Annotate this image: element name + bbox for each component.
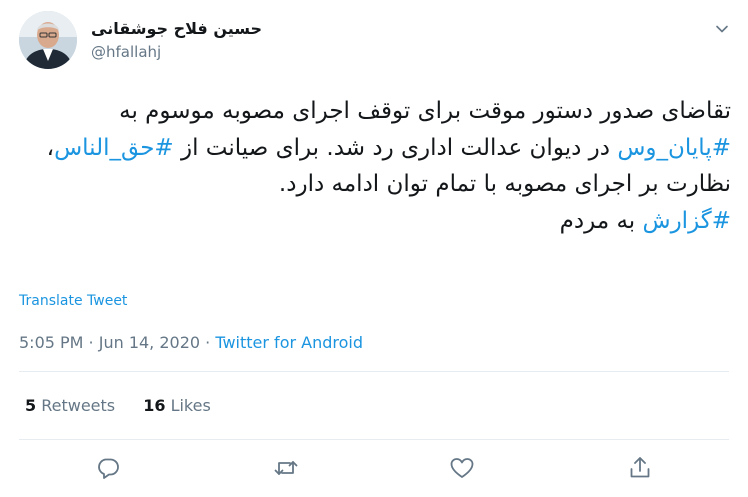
retweets-stat[interactable]: 5 Retweets (25, 396, 115, 415)
tweet-text: تقاضای صدور دستور موقت برای توقف اجرای م… (19, 93, 731, 239)
tweet-card: حسین فلاح جوشقانی @hfallahj تقاضای صدور … (0, 0, 748, 497)
tweet-text-part: تقاضای صدور دستور موقت برای توقف اجرای م… (111, 98, 731, 124)
tweet-stats: 5 Retweets 16 Likes (25, 396, 234, 415)
divider (19, 439, 729, 440)
tweet-text-part: به مردم (559, 207, 643, 234)
likes-label: Likes (165, 396, 211, 415)
retweets-count: 5 (25, 396, 37, 415)
chevron-down-icon[interactable] (715, 21, 729, 35)
retweets-label: Retweets (36, 396, 116, 415)
avatar[interactable] (19, 11, 77, 69)
likes-stat[interactable]: 16 Likes (143, 396, 211, 415)
tweet-actions (0, 455, 748, 481)
meta-separator: · (200, 333, 216, 352)
tweet-text-part: در دیوان عدالت اداری رد شد. برای صیانت ا… (173, 134, 618, 161)
reply-icon[interactable] (95, 455, 121, 481)
author-info: حسین فلاح جوشقانی @hfallahj (91, 19, 262, 63)
share-icon[interactable] (627, 455, 653, 481)
author-handle[interactable]: @hfallahj (91, 41, 262, 63)
tweet-time[interactable]: 5:05 PM (19, 333, 83, 352)
tweet-metadata: 5:05 PM · Jun 14, 2020 · Twitter for And… (19, 333, 363, 352)
hashtag-link[interactable]: #حق_الناس (54, 135, 174, 161)
retweet-icon[interactable] (273, 455, 299, 481)
tweet-header: حسین فلاح جوشقانی @hfallahj (19, 11, 729, 75)
hashtag-link[interactable]: #پایان_وس (617, 135, 731, 161)
heart-icon[interactable] (449, 455, 475, 481)
author-display-name[interactable]: حسین فلاح جوشقانی (91, 19, 262, 39)
meta-separator: · (83, 333, 99, 352)
divider (19, 371, 729, 372)
likes-count: 16 (143, 396, 166, 415)
tweet-date[interactable]: Jun 14, 2020 (99, 333, 200, 352)
hashtag-link[interactable]: #گزارش (643, 208, 732, 234)
translate-tweet-link[interactable]: Translate Tweet (19, 293, 127, 309)
tweet-source-link[interactable]: Twitter for Android (215, 333, 363, 352)
